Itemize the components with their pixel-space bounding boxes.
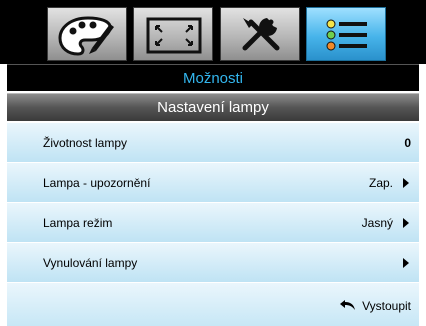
chevron-right-icon[interactable] bbox=[403, 258, 409, 268]
row-label: Vynulování lampy bbox=[43, 256, 138, 270]
tab-image[interactable] bbox=[47, 7, 127, 61]
exit-row: Vystoupit bbox=[7, 283, 419, 326]
settings-list: Životnost lampy 0 Lampa - upozornění Zap… bbox=[7, 123, 419, 326]
chevron-right-icon[interactable] bbox=[403, 218, 409, 228]
row-value: Zap. bbox=[368, 176, 393, 190]
palette-icon bbox=[58, 16, 114, 56]
row-value: 0 bbox=[404, 136, 411, 150]
row-lamp-reminder[interactable]: Lampa - upozornění Zap. bbox=[7, 163, 419, 203]
chevron-right-icon[interactable] bbox=[403, 178, 409, 188]
row-lamp-mode[interactable]: Lampa režim Jasný bbox=[7, 203, 419, 243]
row-lamp-reset[interactable]: Vynulování lampy bbox=[7, 243, 419, 283]
row-label: Lampa režim bbox=[43, 216, 113, 230]
menu-tab-bar bbox=[0, 0, 426, 64]
exit-button[interactable]: Vystoupit bbox=[340, 297, 411, 315]
row-lamp-hours[interactable]: Životnost lampy 0 bbox=[7, 123, 419, 163]
submenu-title: Nastavení lampy bbox=[7, 93, 419, 121]
row-value: Jasný bbox=[361, 216, 393, 230]
wrench-screwdriver-icon bbox=[242, 18, 280, 51]
tab-settings[interactable] bbox=[220, 7, 300, 61]
return-arrow-icon bbox=[340, 300, 356, 310]
menu-title: Možnosti bbox=[7, 64, 419, 91]
exit-label: Vystoupit bbox=[362, 299, 411, 313]
tab-options[interactable] bbox=[306, 7, 386, 61]
row-label: Lampa - upozornění bbox=[43, 176, 151, 190]
row-label: Životnost lampy bbox=[43, 136, 128, 150]
tab-screen[interactable] bbox=[133, 7, 213, 61]
projector-osd-menu: Možnosti Nastavení lampy Životnost lampy… bbox=[0, 0, 426, 326]
screen-icon bbox=[146, 17, 202, 54]
list-icon bbox=[326, 19, 367, 51]
